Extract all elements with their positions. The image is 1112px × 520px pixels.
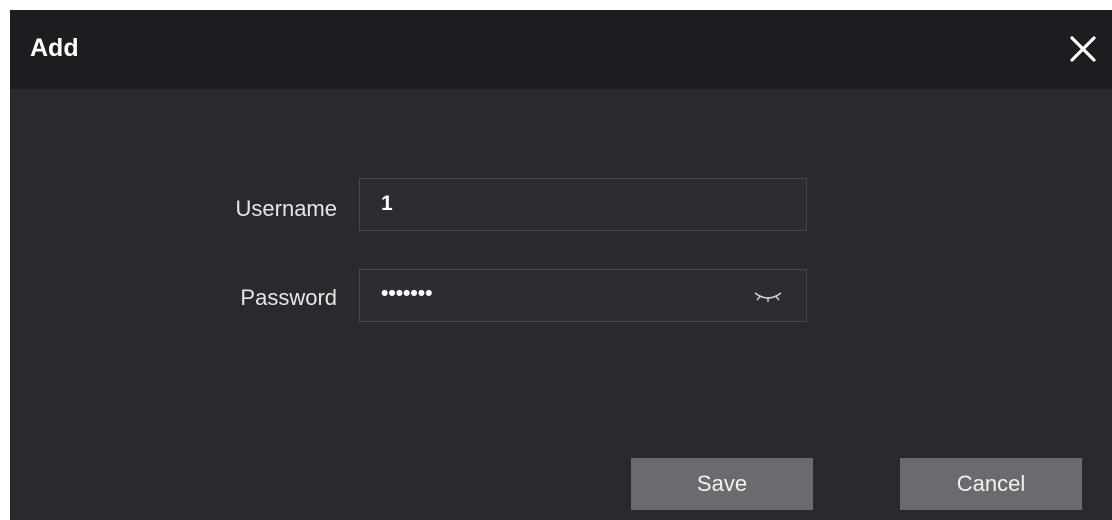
password-label: Password <box>240 285 337 310</box>
dialog-titlebar: Add <box>10 10 1112 89</box>
username-label: Username <box>235 196 337 221</box>
username-input[interactable]: 1 <box>359 178 807 231</box>
dialog-title: Add <box>30 34 79 62</box>
password-masked-value: ••••••• <box>381 282 433 305</box>
eye-closed-icon <box>754 292 782 302</box>
close-icon <box>1070 36 1096 62</box>
save-button[interactable]: Save <box>631 458 813 510</box>
password-input[interactable]: ••••••• <box>359 269 807 322</box>
username-value: 1 <box>381 192 393 215</box>
add-dialog: Add Username 1 Password ••••••• Save Can… <box>10 10 1112 520</box>
cancel-button[interactable]: Cancel <box>900 458 1082 510</box>
close-button[interactable] <box>1064 30 1102 68</box>
show-password-toggle[interactable] <box>751 284 785 308</box>
